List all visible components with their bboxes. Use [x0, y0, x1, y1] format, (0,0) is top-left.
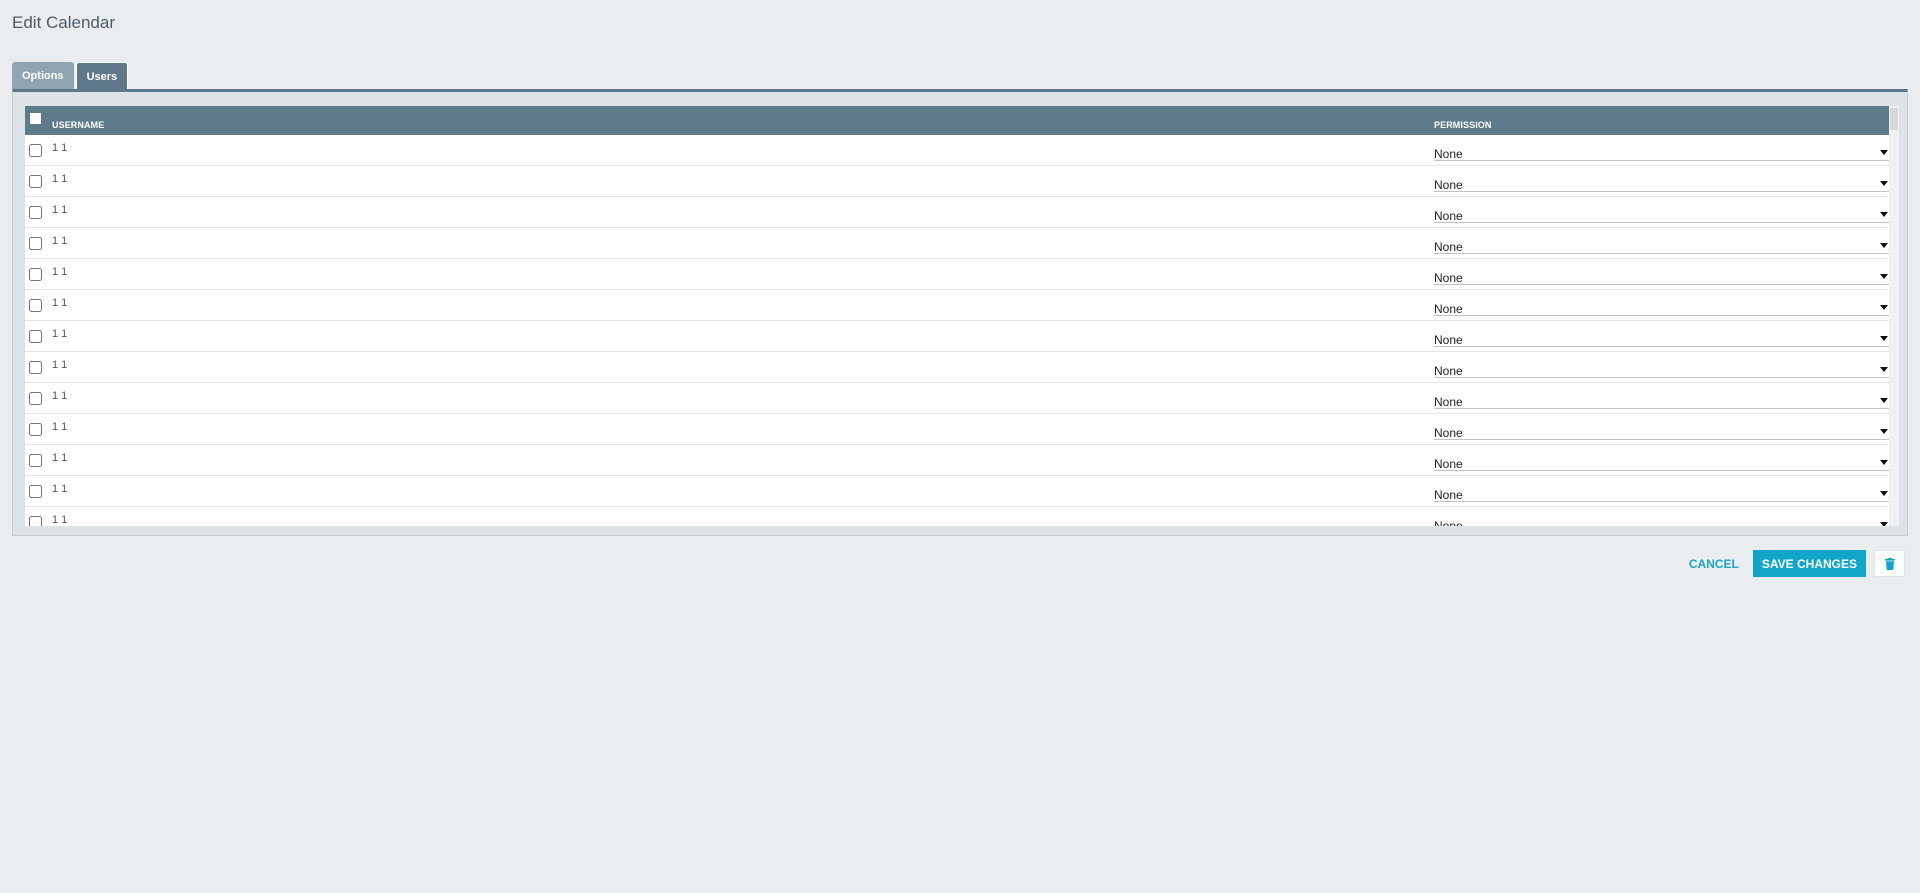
username-cell: 1 1: [52, 452, 68, 464]
table-row: 1 1 None: [25, 476, 1894, 507]
caret-down-icon: [1880, 212, 1888, 217]
row-checkbox[interactable]: [29, 392, 42, 405]
permission-select[interactable]: None: [1434, 263, 1894, 285]
username-cell: 1 1: [52, 328, 68, 340]
table-row: 1 1 None: [25, 135, 1894, 166]
caret-down-icon: [1880, 336, 1888, 341]
permission-value: None: [1434, 364, 1463, 378]
username-cell: 1 1: [52, 142, 68, 154]
row-checkbox[interactable]: [29, 299, 42, 312]
table-row: 1 1 None: [25, 321, 1894, 352]
permission-select[interactable]: None: [1434, 325, 1894, 347]
permission-select[interactable]: None: [1434, 480, 1894, 502]
username-cell: 1 1: [52, 390, 68, 402]
caret-down-icon: [1880, 491, 1888, 496]
save-changes-button[interactable]: SAVE CHANGES: [1752, 550, 1866, 577]
permission-select[interactable]: None: [1434, 418, 1894, 440]
caret-down-icon: [1880, 181, 1888, 186]
permission-value: None: [1434, 271, 1463, 285]
username-cell: 1 1: [52, 204, 68, 216]
page-title: Edit Calendar: [12, 13, 116, 32]
table-row: 1 1 None: [25, 414, 1894, 445]
row-checkbox[interactable]: [29, 361, 42, 374]
username-cell: 1 1: [52, 514, 68, 526]
column-header-permission[interactable]: PERMISSION: [1434, 120, 1492, 130]
permission-value: None: [1434, 457, 1463, 471]
caret-down-icon: [1880, 243, 1888, 248]
permission-select[interactable]: None: [1434, 356, 1894, 378]
select-all-checkbox[interactable]: [30, 113, 41, 124]
tab-options[interactable]: Options: [12, 62, 74, 90]
users-panel: USERNAME PERMISSION 1 1 None 1 1 None 1 1 Non…: [12, 89, 1908, 536]
row-checkbox[interactable]: [29, 206, 42, 219]
permission-value: None: [1434, 488, 1463, 502]
permission-value: None: [1434, 178, 1463, 192]
permission-select[interactable]: None: [1434, 294, 1894, 316]
users-table: USERNAME PERMISSION 1 1 None 1 1 None 1 1 Non…: [25, 106, 1899, 526]
permission-select[interactable]: None: [1434, 232, 1894, 254]
table-row: 1 1 None: [25, 166, 1894, 197]
row-checkbox[interactable]: [29, 485, 42, 498]
table-scrollbar[interactable]: [1889, 106, 1899, 526]
permission-value: None: [1434, 147, 1463, 161]
permission-value: None: [1434, 395, 1463, 409]
username-cell: 1 1: [52, 235, 68, 247]
username-cell: 1 1: [52, 421, 68, 433]
table-row: 1 1 None: [25, 507, 1889, 526]
caret-down-icon: [1880, 150, 1888, 155]
permission-select[interactable]: None: [1434, 139, 1894, 161]
row-checkbox[interactable]: [29, 237, 42, 250]
caret-down-icon: [1880, 398, 1888, 403]
permission-value: None: [1434, 426, 1463, 440]
cancel-button[interactable]: CANCEL: [1683, 557, 1745, 571]
table-row: 1 1 None: [25, 352, 1894, 383]
caret-down-icon: [1880, 522, 1888, 526]
row-checkbox[interactable]: [29, 516, 42, 526]
table-header: USERNAME PERMISSION: [25, 106, 1899, 135]
form-actions: CANCEL SAVE CHANGES: [1683, 550, 1905, 577]
column-header-username[interactable]: USERNAME: [52, 120, 104, 130]
table-row: 1 1 None: [25, 197, 1894, 228]
permission-select[interactable]: None: [1434, 201, 1894, 223]
permission-value: None: [1434, 333, 1463, 347]
caret-down-icon: [1880, 460, 1888, 465]
permission-value: None: [1434, 240, 1463, 254]
permission-select[interactable]: None: [1434, 387, 1894, 409]
table-row: 1 1 None: [25, 259, 1894, 290]
permission-value: None: [1434, 519, 1463, 526]
row-checkbox[interactable]: [29, 144, 42, 157]
scrollbar-thumb[interactable]: [1890, 108, 1898, 130]
table-body: 1 1 None 1 1 None 1 1 None 1 1 None 1 1 None 1 1 No…: [25, 135, 1894, 526]
row-checkbox[interactable]: [29, 423, 42, 436]
username-cell: 1 1: [52, 173, 68, 185]
username-cell: 1 1: [52, 297, 68, 309]
caret-down-icon: [1880, 429, 1888, 434]
permission-select[interactable]: None: [1434, 449, 1894, 471]
table-row: 1 1 None: [25, 445, 1894, 476]
table-row: 1 1 None: [25, 228, 1894, 259]
row-checkbox[interactable]: [29, 268, 42, 281]
username-cell: 1 1: [52, 483, 68, 495]
row-checkbox[interactable]: [29, 454, 42, 467]
username-cell: 1 1: [52, 266, 68, 278]
caret-down-icon: [1880, 367, 1888, 372]
tab-users[interactable]: Users: [75, 62, 129, 90]
table-row: 1 1 None: [25, 383, 1894, 414]
caret-down-icon: [1880, 274, 1888, 279]
permission-value: None: [1434, 302, 1463, 316]
username-cell: 1 1: [52, 359, 68, 371]
row-checkbox[interactable]: [29, 330, 42, 343]
caret-down-icon: [1880, 305, 1888, 310]
row-checkbox[interactable]: [29, 175, 42, 188]
tab-bar: Options Users: [12, 62, 129, 90]
permission-value: None: [1434, 209, 1463, 223]
permission-select[interactable]: None: [1434, 511, 1894, 526]
table-row: 1 1 None: [25, 290, 1894, 321]
trash-icon: [1884, 557, 1895, 570]
delete-button[interactable]: [1874, 550, 1905, 577]
permission-select[interactable]: None: [1434, 170, 1894, 192]
